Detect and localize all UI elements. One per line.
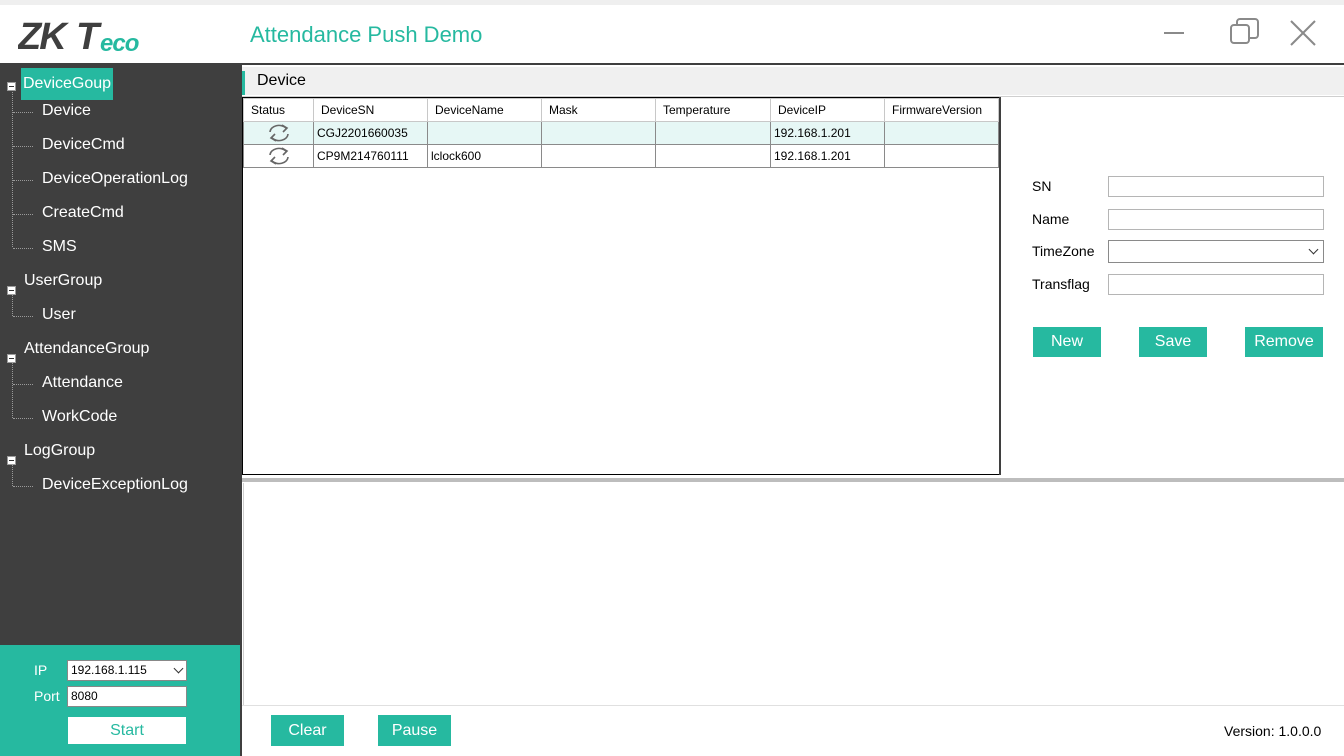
collapse-icon[interactable] [7,456,16,465]
devicesn-cell: CP9M214760111 [313,144,428,168]
transflag-label: Transflag [1032,276,1090,292]
timezone-label: TimeZone [1032,243,1095,259]
remove-button[interactable]: Remove [1245,327,1323,357]
column-header-firmwareversion[interactable]: FirmwareVersion [884,98,999,122]
name-label: Name [1032,211,1070,227]
close-icon[interactable] [1285,15,1321,51]
device-table: Status DeviceSN DeviceName Mask Temperat… [243,98,999,168]
mask-cell [541,121,656,145]
ip-value: 192.168.1.115 [71,663,147,677]
tree-connector [13,180,33,181]
chevron-down-icon [173,663,184,674]
splitter[interactable] [242,478,1344,482]
table-row[interactable]: CGJ2201660035 192.168.1.201 [243,121,999,145]
deviceip-cell: 192.168.1.201 [770,144,885,168]
tree-connector [13,248,33,249]
tree-connector [12,90,13,247]
tree-item-workcode[interactable]: WorkCode [42,406,117,428]
restore-icon[interactable] [1226,15,1262,51]
collapse-icon[interactable] [7,286,16,295]
tree-connector [12,362,13,418]
collapse-icon[interactable] [7,354,16,363]
ip-select[interactable]: 192.168.1.115 [67,660,187,681]
minimize-icon[interactable] [1156,15,1192,51]
svg-text:T: T [76,16,102,58]
tree-item-sms[interactable]: SMS [42,236,77,258]
devicename-cell [427,121,542,145]
tree-item-attendance[interactable]: Attendance [42,372,123,394]
tree-connector [13,486,33,487]
port-label: Port [34,688,60,704]
version-label: Version: 1.0.0.0 [1224,723,1322,739]
pause-button[interactable]: Pause [378,715,451,746]
table-header-row: Status DeviceSN DeviceName Mask Temperat… [243,98,999,122]
collapse-icon[interactable] [7,82,16,91]
clear-button[interactable]: Clear [271,715,344,746]
tree-connector [12,294,13,316]
port-input[interactable]: 8080 [67,686,187,707]
mask-cell [541,144,656,168]
tree-group-loggroup[interactable]: LogGroup [23,440,96,462]
deviceip-cell: 192.168.1.201 [770,121,885,145]
section-title: Device [257,72,306,89]
sync-icon [268,147,289,165]
table-row[interactable]: CP9M214760111 lclock600 192.168.1.201 [243,144,999,168]
tree-item-deviceoperationlog[interactable]: DeviceOperationLog [42,168,188,190]
tree-connector [13,146,33,147]
panel-divider [999,97,1001,475]
zkteco-logo: ZK T eco [18,16,140,58]
devicename-cell: lclock600 [427,144,542,168]
sync-icon [268,124,289,142]
sn-label: SN [1032,178,1052,194]
chevron-down-icon [1308,244,1319,255]
temperature-cell [655,121,771,145]
tree-item-createcmd[interactable]: CreateCmd [42,202,124,224]
svg-text:ZK: ZK [18,16,69,58]
title-bar: ZK T eco Attendance Push Demo [0,5,1344,63]
tree-group-usergroup[interactable]: UserGroup [23,270,103,292]
transflag-input[interactable] [1108,274,1324,295]
devicesn-cell: CGJ2201660035 [313,121,428,145]
log-output[interactable] [243,483,1344,705]
tree-connector [13,316,33,317]
sn-input[interactable] [1108,176,1324,197]
tree-connector [12,464,13,486]
app-title: Attendance Push Demo [250,22,483,47]
tree-connector [13,112,33,113]
status-cell [243,144,314,168]
tree-connector [13,418,33,419]
column-header-mask[interactable]: Mask [541,98,656,122]
tree-connector [13,214,33,215]
start-button[interactable]: Start [68,717,186,744]
tree-group-devicegoup[interactable]: DeviceGoup [21,68,114,100]
column-header-temperature[interactable]: Temperature [655,98,771,122]
status-cell [243,121,314,145]
section-header [242,67,1344,95]
tree-connector [13,384,33,385]
footer-divider [242,705,1344,706]
save-button[interactable]: Save [1139,327,1207,357]
tree-item-user[interactable]: User [42,304,76,326]
name-input[interactable] [1108,209,1324,230]
column-header-devicename[interactable]: DeviceName [427,98,542,122]
column-header-devicesn[interactable]: DeviceSN [313,98,428,122]
firmware-cell [884,144,999,168]
column-header-status[interactable]: Status [243,98,314,122]
column-header-deviceip[interactable]: DeviceIP [770,98,885,122]
tree-item-deviceexceptionlog[interactable]: DeviceExceptionLog [42,474,188,496]
new-button[interactable]: New [1033,327,1101,357]
temperature-cell [655,144,771,168]
tree-item-device[interactable]: Device [42,100,91,122]
tree-item-devicecmd[interactable]: DeviceCmd [42,134,125,156]
timezone-select[interactable] [1108,240,1324,263]
section-accent [242,71,245,95]
svg-text:eco: eco [100,30,139,57]
ip-label: IP [34,662,48,678]
tree-group-attendancegroup[interactable]: AttendanceGroup [23,338,150,360]
firmware-cell [884,121,999,145]
